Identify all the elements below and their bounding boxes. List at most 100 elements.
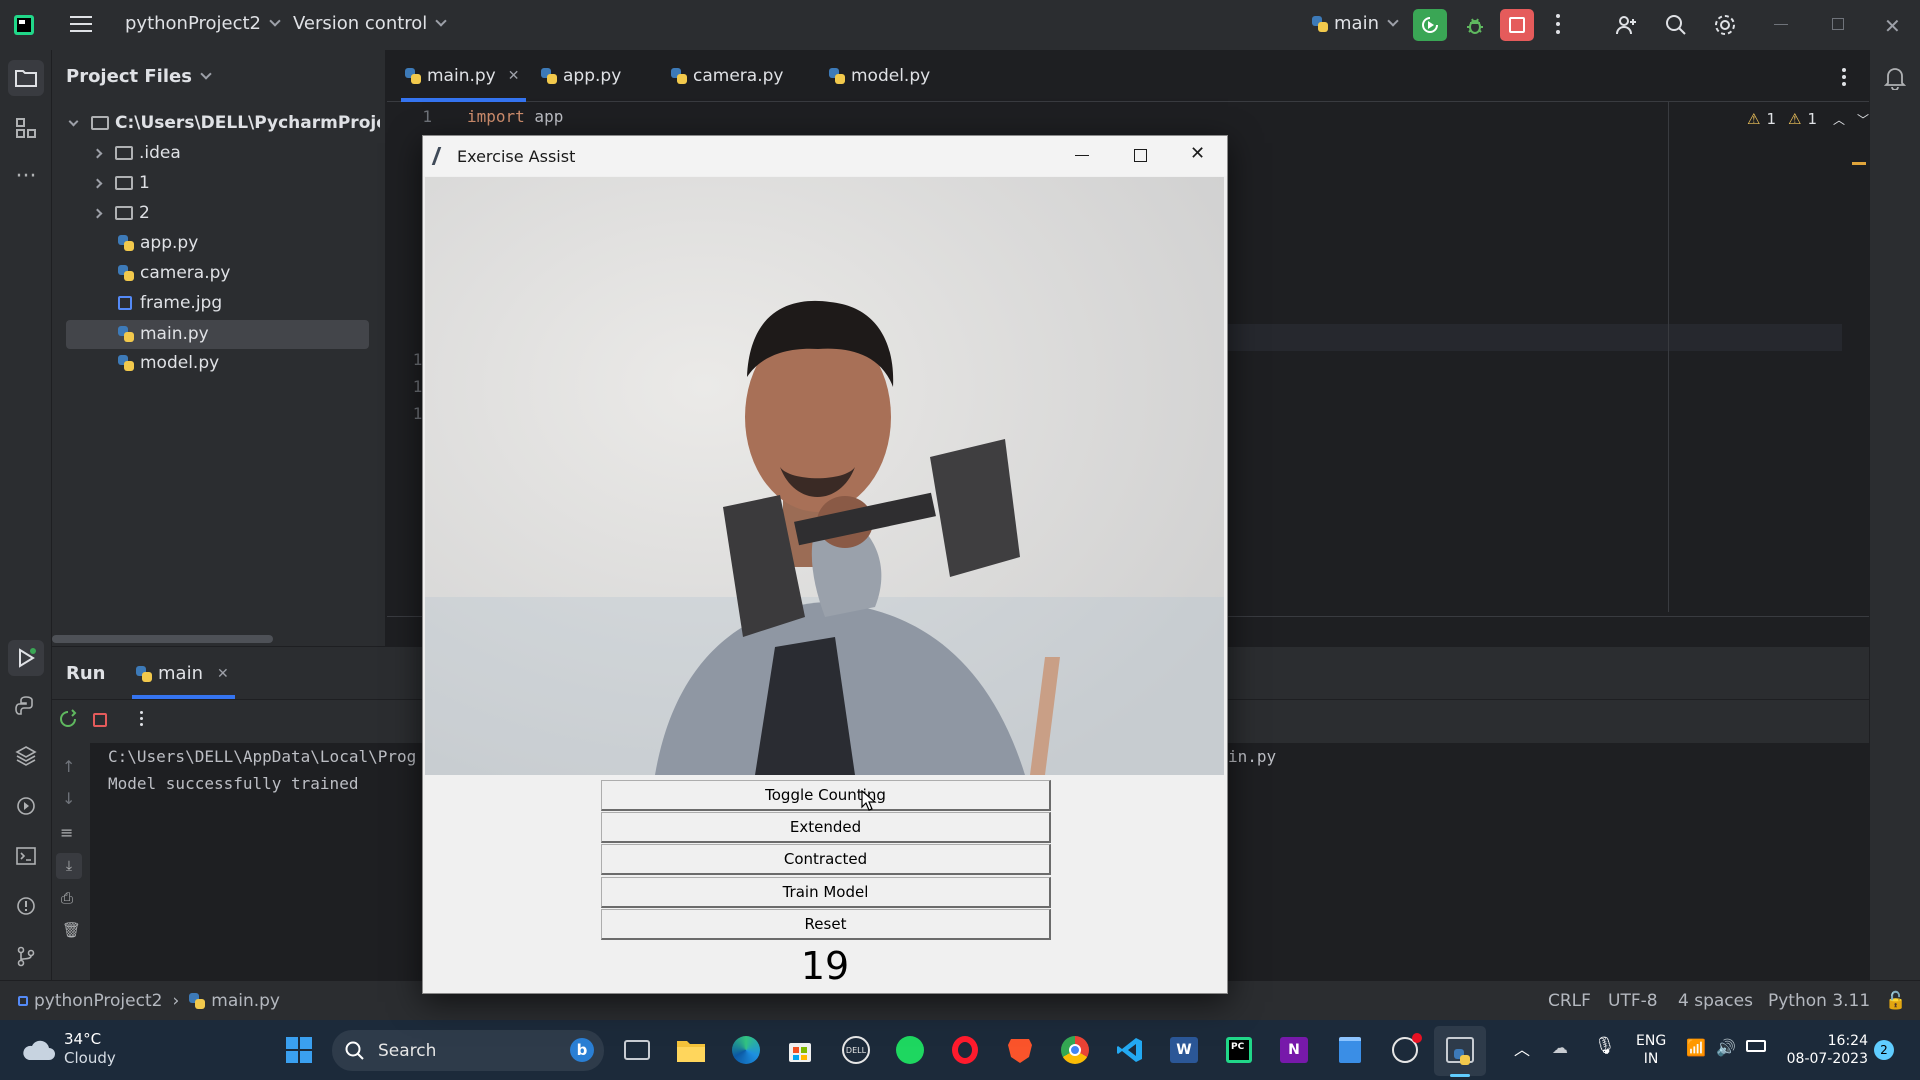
microsoft-store-icon[interactable] bbox=[780, 1030, 820, 1070]
extended-button[interactable]: Extended bbox=[601, 812, 1051, 843]
battery-icon[interactable] bbox=[1746, 1040, 1766, 1052]
more-actions-icon[interactable] bbox=[1556, 14, 1562, 36]
spotify-icon[interactable] bbox=[890, 1030, 930, 1070]
structure-tool-button[interactable] bbox=[8, 110, 44, 146]
right-tool-strip bbox=[1869, 50, 1920, 980]
close-tab-icon[interactable]: ✕ bbox=[217, 666, 229, 682]
restore-window-icon[interactable] bbox=[1832, 18, 1844, 30]
vcs-selector[interactable]: Version control bbox=[293, 13, 447, 34]
rerun-small-icon[interactable] bbox=[58, 709, 78, 733]
file-explorer-icon[interactable] bbox=[671, 1030, 711, 1070]
notification-badge[interactable]: 2 bbox=[1874, 1040, 1894, 1060]
tab-model-py[interactable]: model.py bbox=[829, 50, 930, 102]
services-tool-button[interactable] bbox=[8, 788, 44, 824]
tree-item-idea[interactable]: .idea bbox=[92, 139, 414, 167]
run-tab-main[interactable]: main ✕ bbox=[136, 663, 229, 684]
close-window-icon[interactable]: ✕ bbox=[1884, 14, 1901, 38]
tree-item-folder-2[interactable]: 2 bbox=[92, 199, 414, 227]
run-more-icon[interactable] bbox=[140, 711, 144, 726]
project-selector[interactable]: pythonProject2 bbox=[125, 13, 281, 34]
git-tool-button[interactable] bbox=[8, 938, 44, 974]
opera-browser-icon[interactable] bbox=[945, 1030, 985, 1070]
layers-icon bbox=[15, 746, 37, 766]
scroll-to-end-icon[interactable]: ⤓ bbox=[56, 853, 82, 879]
python-tk-app-icon[interactable] bbox=[1440, 1030, 1480, 1070]
word-icon[interactable]: W bbox=[1164, 1030, 1204, 1070]
toggle-counting-button[interactable]: Toggle Counting bbox=[601, 780, 1051, 811]
project-tool-button[interactable] bbox=[8, 60, 44, 96]
stop-button[interactable] bbox=[1500, 9, 1534, 41]
chevron-up-icon[interactable]: ︿ bbox=[1833, 111, 1845, 128]
inspection-widget[interactable]: ⚠ 1 ⚠ 1 ︿ ﹀ bbox=[1747, 110, 1869, 128]
project-panel-scrollbar[interactable] bbox=[52, 635, 273, 643]
volume-icon[interactable]: 🔊 bbox=[1716, 1038, 1736, 1057]
code-line-1[interactable]: import app bbox=[467, 107, 563, 126]
packages-tool-button[interactable] bbox=[8, 738, 44, 774]
reset-button[interactable]: Reset bbox=[601, 909, 1051, 940]
run-tool-button[interactable] bbox=[8, 640, 44, 676]
clock-time: 16:24 bbox=[1827, 1033, 1868, 1049]
python-console-tool-button[interactable] bbox=[8, 688, 44, 724]
image-file-icon bbox=[118, 296, 132, 310]
onedrive-icon[interactable]: ☁ bbox=[1552, 1038, 1568, 1057]
tab-options-icon[interactable] bbox=[1842, 68, 1846, 86]
clock[interactable]: 16:24 08-07-2023 bbox=[1786, 1032, 1868, 1068]
maximize-icon[interactable] bbox=[1134, 149, 1147, 162]
contracted-button[interactable]: Contracted bbox=[601, 844, 1051, 875]
exercise-window-title-bar[interactable]: Exercise Assist ✕ bbox=[423, 136, 1227, 176]
interpreter-status[interactable]: Python 3.11 bbox=[1768, 991, 1870, 1011]
lock-icon[interactable]: 🔓 bbox=[1885, 991, 1906, 1011]
settings-gear-icon[interactable] bbox=[1713, 13, 1737, 41]
chevron-down-icon[interactable]: ﹀ bbox=[1857, 111, 1869, 128]
tree-item-folder-1[interactable]: 1 bbox=[92, 169, 414, 197]
minimize-icon[interactable] bbox=[1075, 155, 1089, 156]
weather-widget[interactable]: 34°C Cloudy bbox=[20, 1030, 116, 1068]
debug-button[interactable] bbox=[1460, 10, 1490, 40]
vscode-icon[interactable] bbox=[1110, 1030, 1150, 1070]
start-button[interactable] bbox=[279, 1030, 319, 1070]
edge-browser-icon[interactable] bbox=[726, 1030, 766, 1070]
train-model-button[interactable]: Train Model bbox=[601, 877, 1051, 908]
tab-app-py[interactable]: app.py bbox=[541, 50, 621, 102]
project-panel-header[interactable]: Project Files bbox=[66, 66, 212, 87]
taskbar-search-box[interactable]: Search b bbox=[332, 1030, 604, 1071]
chatgpt-app-icon[interactable] bbox=[1385, 1030, 1425, 1070]
terminal-tool-button[interactable] bbox=[8, 838, 44, 874]
minimize-window-icon[interactable] bbox=[1774, 24, 1788, 25]
print-icon[interactable]: ⎙ bbox=[61, 889, 73, 907]
more-tools-icon[interactable]: ··· bbox=[8, 158, 44, 194]
breadcrumb-project[interactable]: pythonProject2 bbox=[34, 991, 162, 1011]
encoding-status[interactable]: UTF-8 bbox=[1608, 991, 1658, 1011]
wifi-icon[interactable]: 📶 bbox=[1686, 1038, 1706, 1057]
task-view-icon[interactable] bbox=[617, 1030, 657, 1070]
stop-small-icon[interactable] bbox=[93, 713, 107, 727]
brave-browser-icon[interactable] bbox=[1000, 1030, 1040, 1070]
line-separator-status[interactable]: CRLF bbox=[1548, 991, 1591, 1011]
chrome-browser-icon[interactable] bbox=[1055, 1030, 1095, 1070]
add-user-icon[interactable] bbox=[1614, 13, 1638, 41]
language-indicator[interactable]: ENG IN bbox=[1636, 1032, 1666, 1068]
close-tab-icon[interactable]: ✕ bbox=[508, 68, 520, 84]
microphone-icon[interactable]: 🎙 bbox=[1594, 1036, 1616, 1056]
show-hidden-icons[interactable]: ︿ bbox=[1514, 1036, 1530, 1060]
close-icon[interactable]: ✕ bbox=[1190, 143, 1205, 164]
pycharm-taskbar-icon[interactable]: PC bbox=[1219, 1030, 1259, 1070]
tab-main-py[interactable]: main.py ✕ bbox=[405, 50, 523, 102]
scroll-down-icon[interactable]: ↓ bbox=[62, 789, 75, 808]
run-config-selector[interactable]: main bbox=[1312, 13, 1399, 34]
breadcrumb-file[interactable]: main.py bbox=[211, 991, 280, 1011]
rerun-button[interactable] bbox=[1413, 9, 1447, 41]
onenote-icon[interactable]: N bbox=[1274, 1030, 1314, 1070]
dell-app-icon[interactable]: DELL bbox=[836, 1030, 876, 1070]
scroll-up-icon[interactable]: ↑ bbox=[62, 757, 75, 776]
search-icon[interactable] bbox=[1664, 13, 1688, 41]
problems-tool-button[interactable] bbox=[8, 888, 44, 924]
notifications-bell-icon[interactable] bbox=[1883, 66, 1907, 94]
tab-camera-py[interactable]: camera.py bbox=[671, 50, 783, 102]
tree-item-root[interactable]: C:\Users\DELL\PycharmProjects bbox=[68, 109, 390, 137]
indent-status[interactable]: 4 spaces bbox=[1678, 991, 1753, 1011]
notepad-icon[interactable] bbox=[1330, 1030, 1370, 1070]
soft-wrap-icon[interactable]: ≡ bbox=[60, 823, 73, 842]
main-menu-icon[interactable] bbox=[70, 16, 92, 34]
trash-icon[interactable]: 🗑 bbox=[62, 921, 81, 939]
